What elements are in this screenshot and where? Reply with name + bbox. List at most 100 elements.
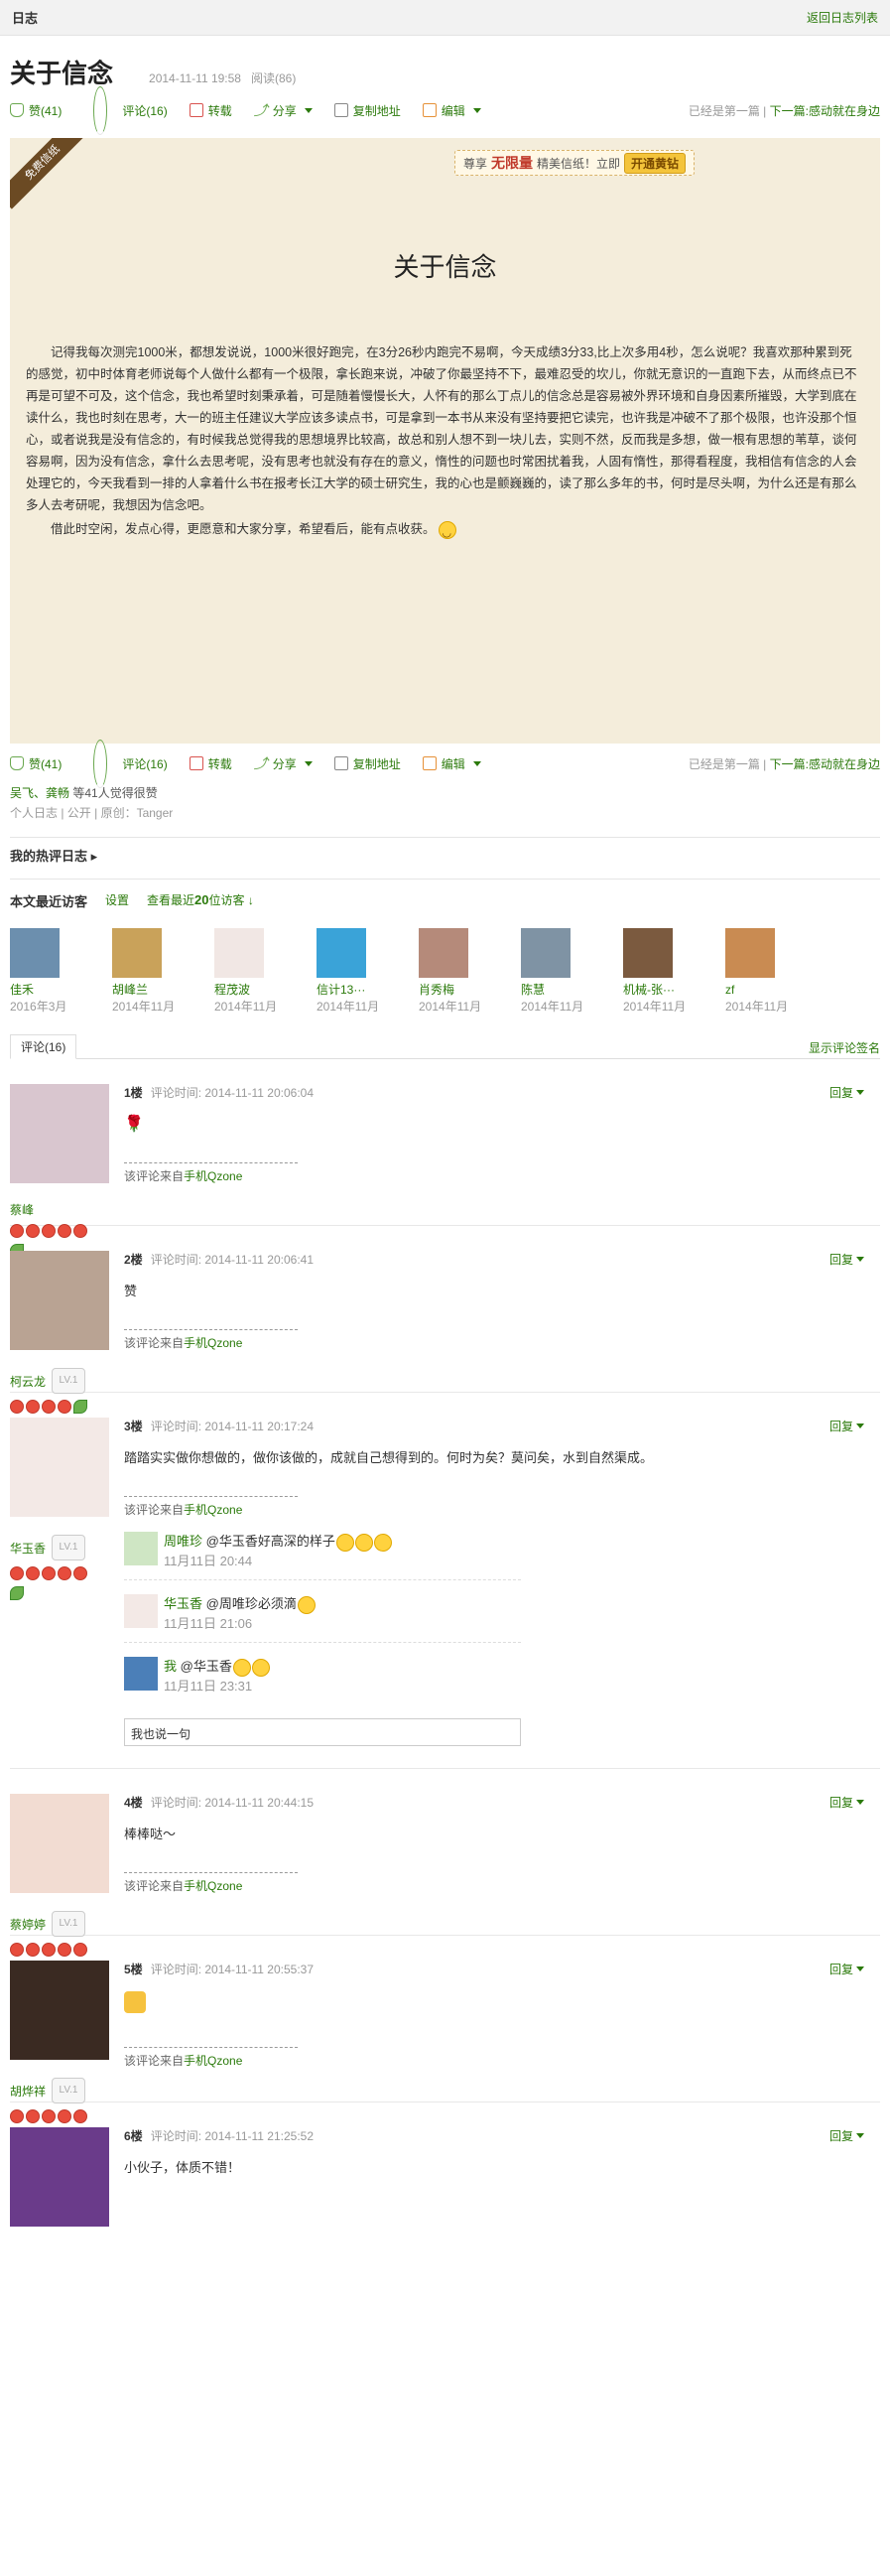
comment-button[interactable]: 评论(16) — [83, 739, 168, 788]
copy-address-button[interactable]: 复制地址 — [333, 755, 401, 772]
edit-button[interactable]: 编辑 — [422, 755, 481, 772]
next-post-link[interactable]: 下一篇:感动就在身边 — [770, 104, 880, 118]
source-link[interactable]: 手机Qzone — [184, 2054, 242, 2068]
floor-number: 4楼 — [124, 1796, 143, 1810]
copy-icon — [333, 103, 348, 117]
sub-reply-author[interactable]: 周唯珍 — [164, 1534, 202, 1549]
reply-button[interactable]: 回复 — [829, 1251, 864, 1268]
avatar[interactable] — [521, 928, 571, 978]
visitor-list: 佳禾 2016年3月 胡峰兰 2014年11月 程茂波 2014年11月 信计13··… — [0, 910, 890, 1016]
comment-button[interactable]: 评论(16) — [83, 85, 168, 135]
avatar[interactable] — [10, 1418, 109, 1517]
repost-button[interactable]: 转载 — [189, 102, 232, 119]
smile-emoji-icon — [439, 520, 456, 544]
apple-level-icons — [10, 1566, 109, 1580]
edit-icon — [422, 103, 437, 117]
reply-button[interactable]: 回复 — [829, 1084, 864, 1101]
source-link[interactable]: 手机Qzone — [184, 1336, 242, 1350]
share-button[interactable]: 分享 — [254, 753, 313, 773]
avatar[interactable] — [10, 1794, 109, 1893]
edit-icon — [422, 756, 437, 770]
sub-reply: 周唯珍 @华玉香好高深的样子 11月11日 20:44 — [124, 1532, 521, 1580]
action-bar-top: 赞(41) 评论(16) 转载 分享 复制地址 编辑 已经是第一篇 | 下一篇:… — [0, 85, 890, 135]
visitor-item[interactable]: 机械-张··· 2014年11月 — [623, 928, 725, 1016]
visitor-item[interactable]: 信计13··· 2014年11月 — [317, 928, 419, 1016]
sub-reply-author[interactable]: 华玉香 — [164, 1596, 202, 1611]
avatar[interactable] — [124, 1657, 158, 1691]
reply-button[interactable]: 回复 — [829, 1418, 864, 1434]
avatar[interactable] — [10, 1084, 109, 1183]
reply-input[interactable]: 我也说一句 — [124, 1718, 521, 1746]
source-link[interactable]: 手机Qzone — [184, 1503, 242, 1517]
avatar[interactable] — [214, 928, 264, 978]
like-button[interactable]: 赞(41) — [10, 102, 62, 119]
back-to-list-link[interactable]: 返回日志列表 — [807, 9, 878, 26]
avatar[interactable] — [10, 928, 60, 978]
source-link[interactable]: 手机Qzone — [184, 1879, 242, 1893]
reply-button[interactable]: 回复 — [829, 2127, 864, 2144]
hot-comments-link[interactable]: 我的热评日志 ▸ — [10, 837, 880, 865]
emoji-icon — [354, 1533, 373, 1552]
liker-names[interactable]: 吴飞、龚畅 — [10, 786, 69, 800]
visitor-item[interactable]: 程茂波 2014年11月 — [214, 928, 317, 1016]
sub-reply: 华玉香 @周唯珍必须滴 11月11日 21:06 — [124, 1594, 521, 1643]
commenter-name[interactable]: 蔡婷婷 — [10, 1916, 46, 1933]
top-bar: 日志 返回日志列表 — [0, 0, 890, 36]
visitor-item[interactable]: zf 2014年11月 — [725, 928, 827, 1016]
sub-reply-author[interactable]: 我 — [164, 1659, 177, 1674]
chevron-down-icon — [472, 760, 481, 766]
avatar[interactable] — [623, 928, 673, 978]
avatar[interactable] — [317, 928, 366, 978]
next-post-link[interactable]: 下一篇:感动就在身边 — [770, 757, 880, 771]
level-badge-icon: LV.1 — [52, 1535, 86, 1560]
commenter-name[interactable]: 华玉香 — [10, 1540, 46, 1557]
tab-comments[interactable]: 评论(16) — [10, 1034, 77, 1059]
avatar[interactable] — [124, 1594, 158, 1628]
edit-button[interactable]: 编辑 — [422, 102, 481, 119]
view-visitors-link[interactable]: 查看最近20位访客 ↓ — [147, 891, 254, 910]
avatar[interactable] — [10, 1251, 109, 1350]
visitor-item[interactable]: 胡峰兰 2014年11月 — [112, 928, 214, 1016]
avatar[interactable] — [10, 2127, 109, 2227]
reply-button[interactable]: 回复 — [829, 1961, 864, 1977]
post-title: 关于信念 — [10, 59, 114, 88]
comment-time: 评论时间: 2014-11-11 20:44:15 — [150, 1796, 315, 1810]
visitor-item[interactable]: 佳禾 2016年3月 — [10, 928, 112, 1016]
visitor-item[interactable]: 肖秀梅 2014年11月 — [419, 928, 521, 1016]
avatar[interactable] — [725, 928, 775, 978]
source-link[interactable]: 手机Qzone — [184, 1169, 242, 1183]
emoji-icon — [251, 1658, 270, 1677]
chevron-down-icon — [856, 1090, 864, 1095]
avatar[interactable] — [419, 928, 468, 978]
comment-icon — [93, 739, 108, 788]
commenter-name[interactable]: 柯云龙 — [10, 1373, 46, 1390]
chevron-down-icon — [856, 1257, 864, 1262]
share-button[interactable]: 分享 — [254, 100, 313, 120]
level-badge-icon: LV.1 — [52, 1368, 86, 1394]
avatar[interactable] — [10, 1961, 109, 2060]
like-button[interactable]: 赞(41) — [10, 755, 62, 772]
chevron-down-icon — [304, 107, 313, 113]
thumbs-up-emoji-icon — [124, 1991, 146, 2013]
repost-button[interactable]: 转载 — [189, 755, 232, 772]
visitors-title: 本文最近访客 — [10, 894, 88, 909]
free-paper-ribbon[interactable]: 免费信纸 — [10, 138, 89, 209]
avatar[interactable] — [124, 1532, 158, 1565]
like-list: 吴飞、龚畅 等41人觉得很赞 — [10, 786, 158, 800]
copy-address-button[interactable]: 复制地址 — [333, 102, 401, 119]
commenter-name[interactable]: 蔡峰 — [10, 1201, 34, 1218]
visitors-settings-link[interactable]: 设置 — [105, 891, 129, 910]
emoji-icon — [297, 1595, 316, 1614]
emoji-icon — [335, 1533, 354, 1552]
letter-body: 记得我每次测完1000米，都想发说说，1000米很好跑完，在3分26秒内跑完不易… — [26, 341, 864, 544]
floor-number: 2楼 — [124, 1253, 143, 1267]
reply-button[interactable]: 回复 — [829, 1794, 864, 1811]
commenter-name[interactable]: 胡烨祥 — [10, 2083, 46, 2100]
show-signature-link[interactable]: 显示评论签名 — [809, 1039, 880, 1056]
page-title: 日志 — [12, 11, 39, 26]
letter-paper: 免费信纸 尊享 无限量 精美信纸！立即 开通黄钻 关于信念 记得我每次测完1000米… — [10, 138, 880, 744]
visitor-item[interactable]: 陈慧 2014年11月 — [521, 928, 623, 1016]
comment-time: 评论时间: 2014-11-11 21:25:52 — [150, 2129, 315, 2143]
open-vip-button[interactable]: 开通黄钻 — [624, 152, 687, 174]
avatar[interactable] — [112, 928, 162, 978]
